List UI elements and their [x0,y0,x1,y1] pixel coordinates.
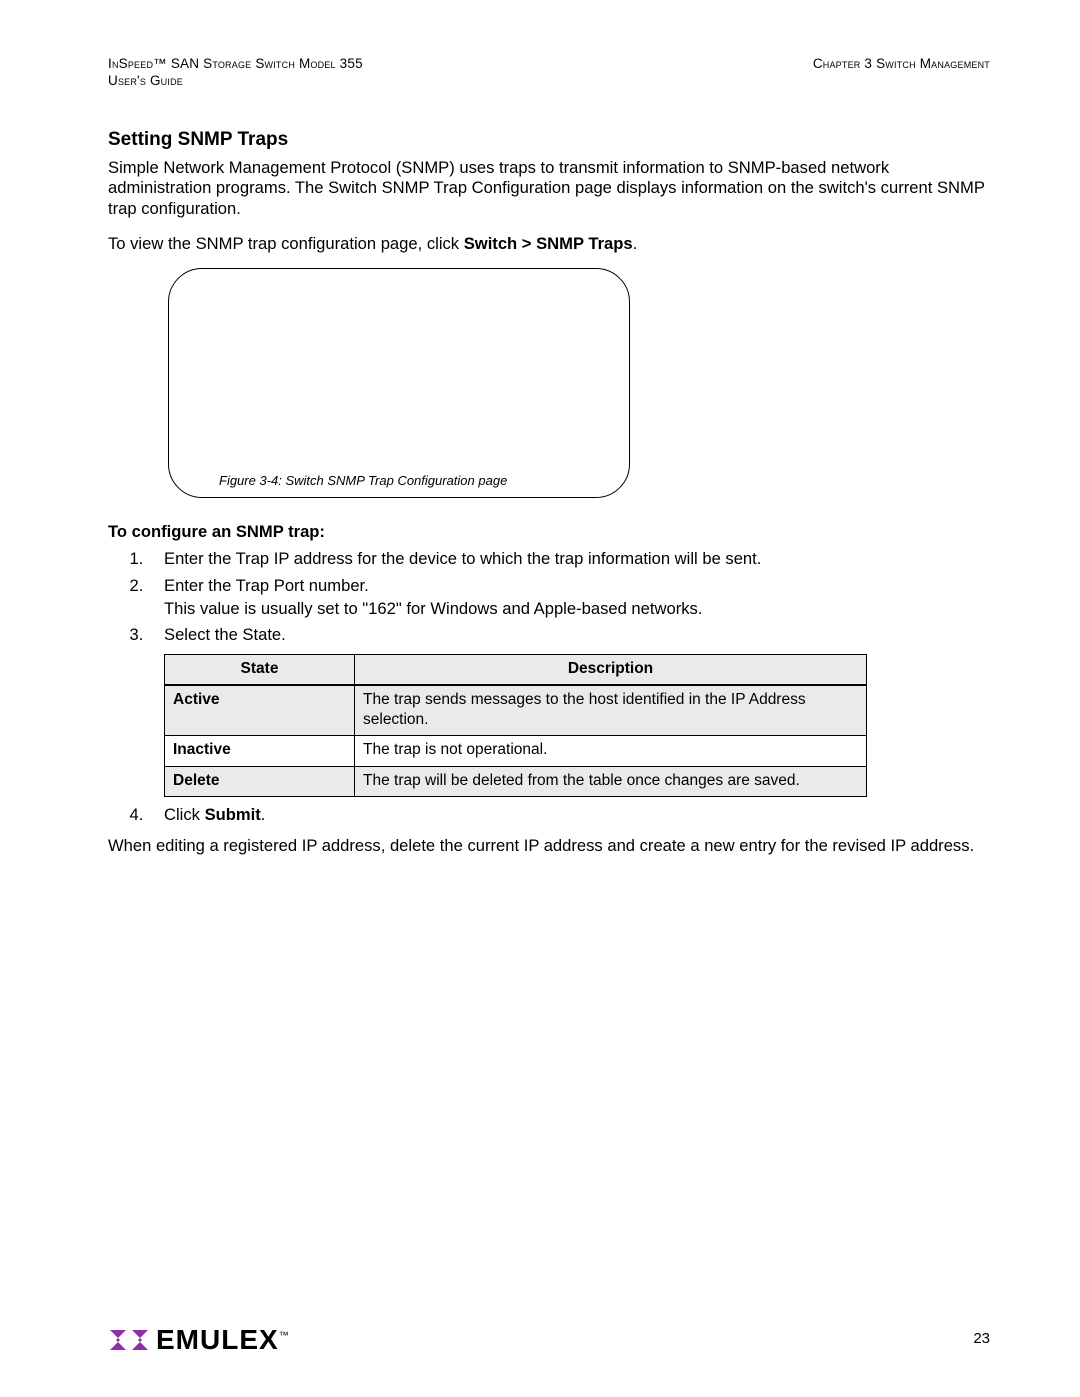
page-footer: EMULEX™ 23 [108,1322,990,1357]
table-header-row: State Description [165,655,867,686]
procedure-list: Enter the Trap IP address for the device… [148,549,990,646]
table-row: Active The trap sends messages to the ho… [165,685,867,735]
section-heading: Setting SNMP Traps [108,128,990,152]
state-name: Delete [165,766,355,796]
page: InSpeed™ SAN Storage Switch Model 355 Us… [0,0,1080,1397]
state-desc: The trap will be deleted from the table … [355,766,867,796]
state-table: State Description Active The trap sends … [164,654,867,797]
step-text: Enter the Trap IP address for the device… [164,549,761,568]
nav-instruction-pre: To view the SNMP trap configuration page… [108,234,464,253]
running-header: InSpeed™ SAN Storage Switch Model 355 Us… [108,56,990,90]
step-continuation: This value is usually set to "162" for W… [164,599,990,620]
step-post: . [261,805,266,824]
submit-label: Submit [205,805,261,824]
figure-placeholder: Figure 3-4: Switch SNMP Trap Configurati… [168,268,630,498]
intro-paragraph: Simple Network Management Protocol (SNMP… [108,158,990,220]
procedure-list-cont: Click Submit. [148,805,990,826]
nav-path: Switch > SNMP Traps [464,234,633,253]
step-1: Enter the Trap IP address for the device… [148,549,990,570]
state-name: Inactive [165,736,355,766]
figure-caption: Figure 3-4: Switch SNMP Trap Configurati… [219,473,507,489]
col-state: State [165,655,355,686]
table-row: Inactive The trap is not operational. [165,736,867,766]
closing-note: When editing a registered IP address, de… [108,836,990,857]
state-desc: The trap sends messages to the host iden… [355,685,867,735]
header-left: InSpeed™ SAN Storage Switch Model 355 Us… [108,56,363,90]
step-pre: Click [164,805,205,824]
nav-instruction-post: . [633,234,638,253]
page-number: 23 [973,1330,990,1349]
state-desc: The trap is not operational. [355,736,867,766]
step-text: Select the State. [164,625,286,644]
col-description: Description [355,655,867,686]
emulex-logo-text: EMULEX™ [156,1322,289,1357]
step-3: Select the State. [148,625,990,646]
header-right: Chapter 3 Switch Management [813,56,990,90]
state-name: Active [165,685,355,735]
table-row: Delete The trap will be deleted from the… [165,766,867,796]
procedure-heading: To configure an SNMP trap: [108,522,990,543]
emulex-logo-icon [108,1324,150,1356]
nav-instruction: To view the SNMP trap configuration page… [108,234,990,255]
step-4: Click Submit. [148,805,990,826]
step-text: Enter the Trap Port number. [164,576,369,595]
step-2: Enter the Trap Port number. This value i… [148,576,990,619]
emulex-logo: EMULEX™ [108,1322,289,1357]
